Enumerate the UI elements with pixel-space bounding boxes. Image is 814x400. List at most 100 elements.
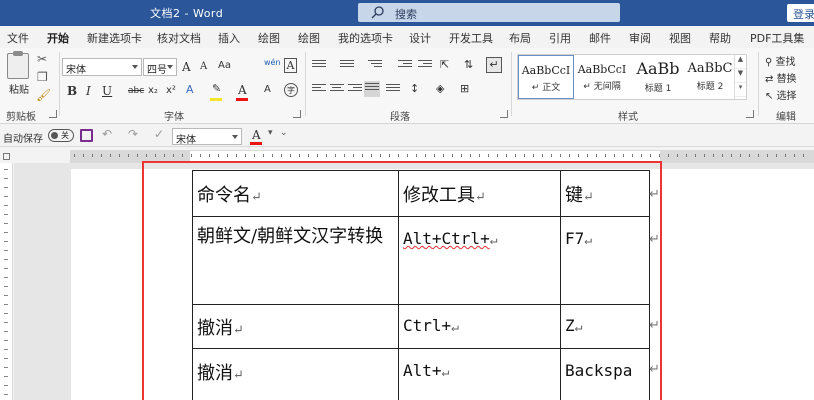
italic-button[interactable]: I [86,84,91,98]
show-marks-icon[interactable]: ↵ [486,57,502,73]
qat-font-color-button[interactable]: A [252,128,261,142]
tab-mailings[interactable]: 邮件 [589,30,611,46]
decrease-indent-icon[interactable] [398,60,412,72]
tab-my-tab[interactable]: 我的选项卡 [338,30,393,46]
ruler-tick [4,358,8,359]
cut-icon[interactable]: ✂ [37,52,47,66]
tab-layout[interactable]: 布局 [509,30,531,46]
login-button[interactable]: 登录 [787,4,814,22]
tab-references[interactable]: 引用 [549,30,571,46]
group-divider [758,52,759,116]
style-normal[interactable]: AaBbCcI ↵ 正文 [518,55,574,99]
undo-icon[interactable]: ↶ [102,127,112,141]
style-name: ↵ 无间隔 [583,82,621,92]
chevron-down-icon[interactable]: ▼ [735,69,746,83]
tab-design[interactable]: 设计 [409,30,431,46]
align-right-icon[interactable] [348,84,362,96]
paste-icon[interactable] [7,51,29,79]
tab-view[interactable]: 视图 [669,30,691,46]
change-case-button[interactable]: Aa [218,60,231,71]
qat-font-combo[interactable]: 宋体 [172,128,242,146]
tab-file[interactable]: 文件 [7,30,29,46]
vertical-ruler[interactable] [0,163,13,400]
borders-icon[interactable]: ⊞ [460,82,469,95]
highlight-icon[interactable]: ✎ [212,82,221,95]
ruler-tick [4,331,8,332]
ruler-tick [614,154,615,157]
tab-review-doc[interactable]: 核对文档 [157,30,201,46]
underline-button[interactable]: U [102,84,112,98]
tab-review[interactable]: 审阅 [629,30,651,46]
increase-indent-icon[interactable] [418,60,432,72]
find-button[interactable]: ⚲ 查找 [765,53,796,68]
gallery-more-icon[interactable]: ▾ [735,83,746,97]
replace-button[interactable]: ⇄ 替换 [765,70,797,85]
align-center-icon[interactable] [330,84,344,96]
enclose-char-button[interactable]: 字 [284,83,298,97]
paste-button-label[interactable]: 粘贴 [9,81,29,96]
tab-draw-2[interactable]: 绘图 [298,30,320,46]
search-icon [371,6,384,19]
paragraph-launcher-icon[interactable] [500,110,508,118]
text-effects-icon[interactable]: A [186,83,194,96]
ruler-tick [4,367,8,368]
font-name-combo[interactable]: 宋体 [62,58,142,76]
gallery-scrollbar[interactable]: ▲ ▼ ▾ [734,55,746,99]
tab-selector-icon[interactable] [3,153,10,160]
superscript-button[interactable]: x² [166,85,176,96]
subscript-button[interactable]: x₂ [148,85,158,96]
select-button[interactable]: ↖ 选择 [765,87,797,102]
justify-icon[interactable] [364,81,380,97]
font-size-combo[interactable]: 四号 [143,58,177,76]
format-painter-icon[interactable]: 🖌 [36,88,51,102]
distributed-icon[interactable] [386,84,400,96]
sort-icon[interactable]: ⇅ [464,58,473,71]
tab-pdf-tools[interactable]: PDF工具集 [750,30,804,46]
align-left-icon[interactable] [312,84,326,96]
copy-icon[interactable]: ❐ [37,70,48,84]
line-spacing-icon[interactable]: ↕ [410,82,419,95]
bold-button[interactable]: B [67,84,77,98]
clipboard-launcher-icon[interactable] [49,110,57,118]
search-box[interactable]: 搜索 [358,3,620,22]
bullets-icon[interactable] [312,60,326,72]
spell-check-icon[interactable]: ✓ [154,127,164,141]
editing-group-label: 编辑 [776,112,796,123]
styles-launcher-icon[interactable] [746,110,754,118]
tab-new-tab[interactable]: 新建选项卡 [87,30,142,46]
tab-insert[interactable]: 插入 [218,30,240,46]
chinese-layout-icon[interactable]: ⇱ [440,58,449,71]
tab-help[interactable]: 帮助 [709,30,731,46]
phonetic-guide-button[interactable]: wén [264,58,281,67]
chevron-down-icon[interactable]: ▾ [268,128,273,138]
styles-gallery[interactable]: AaBbCcI ↵ 正文 AaBbCcI ↵ 无间隔 AaBb 标题 1 AaB… [517,54,747,100]
customize-qat-icon[interactable]: ⌄ [280,128,288,138]
ruler-tick [578,154,579,157]
font-color-button[interactable]: A [238,83,247,97]
char-shading-button[interactable]: A [264,84,271,95]
multilevel-list-icon[interactable] [368,60,382,72]
ruler-tick [4,178,8,179]
ruler-tick [587,154,588,157]
chevron-up-icon[interactable]: ▲ [735,55,746,69]
style-no-spacing[interactable]: AaBbCcI ↵ 无间隔 [574,55,630,99]
ruler-tick [722,154,723,157]
ruler-tick [470,154,471,157]
shrink-font-button[interactable]: A [200,61,207,72]
selection-highlight-frame [142,161,662,400]
save-icon[interactable] [80,129,93,142]
tab-home[interactable]: 开始 [47,30,69,51]
style-heading-1[interactable]: AaBb 标题 1 [630,55,686,99]
redo-icon[interactable]: ↷ [128,127,138,141]
shading-icon[interactable]: ◈ [436,82,444,95]
strikethrough-button[interactable]: abc [128,86,144,96]
font-launcher-icon[interactable] [293,110,301,118]
tab-developer[interactable]: 开发工具 [449,30,493,46]
autosave-toggle[interactable]: 关 [48,129,74,142]
grow-font-button[interactable]: A [182,60,191,74]
style-heading-2[interactable]: AaBbC 标题 2 [682,55,738,99]
tab-draw-1[interactable]: 绘图 [258,30,280,46]
char-border-button[interactable]: A [284,58,297,73]
numbering-icon[interactable] [340,60,354,72]
style-sample: AaBbCcI [577,63,627,76]
